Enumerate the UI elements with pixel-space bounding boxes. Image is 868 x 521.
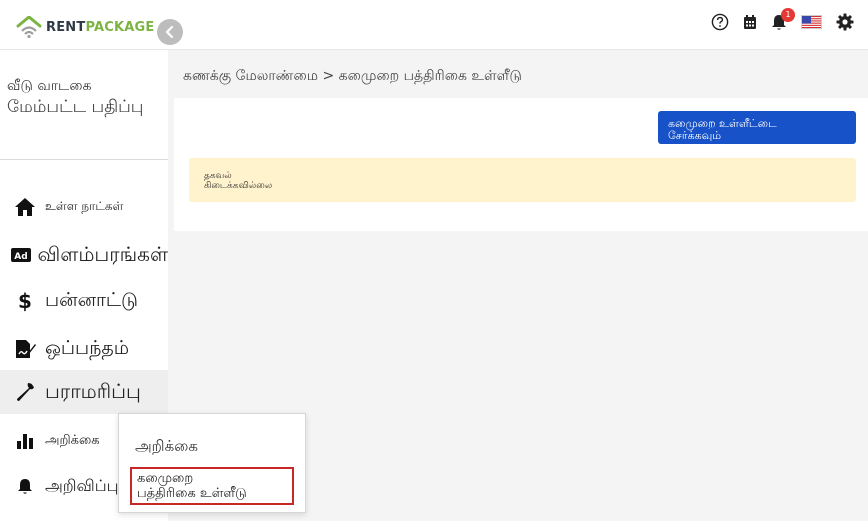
maintenance-submenu: அறிக்கை கமைுறை பத்திரிகை உள்ளீடு — [118, 413, 306, 513]
info-alert: தகவல் கிடைக்கவில்லை — [189, 158, 856, 202]
sidebar-item-maintenance[interactable]: பராமரிப்பு — [0, 370, 168, 414]
sidebar-item-label: அறிவிப்பு — [45, 475, 119, 495]
brand-logo[interactable]: RENTPACKAGE — [16, 16, 154, 38]
submenu-item-line2: பத்திரிகை உள்ளீடு — [137, 486, 247, 501]
user-plan: மேம்பட்ட பதிப்பு — [7, 97, 144, 117]
svg-text:Ad: Ad — [15, 252, 28, 262]
brand-rent-text: RENT — [46, 19, 86, 35]
help-button[interactable] — [711, 13, 729, 31]
sidebar-item-label: அறிக்கை — [45, 433, 100, 448]
sidebar-item-finance[interactable]: $ பன்னாட்டு — [0, 283, 168, 319]
sidebar-item-label: உள்ள நாட்கள் — [45, 199, 124, 213]
sidebar-item-ads[interactable]: Ad விளம்பரங்கள் — [0, 237, 168, 273]
user-title: வீடு வாடகை — [7, 78, 92, 94]
sidebar-item-contract[interactable]: ஒப்பந்தம் — [0, 331, 168, 367]
brand-package-text: PACKAGE — [85, 19, 155, 35]
help-circle-icon — [711, 13, 729, 31]
sidebar-item-days[interactable]: உள்ள நாட்கள் — [0, 190, 168, 224]
settings-button[interactable] — [836, 13, 854, 31]
sidebar-item-label: விளம்பரங்கள் — [37, 241, 168, 266]
chevron-left-icon — [165, 26, 174, 38]
bar-chart-icon — [10, 432, 40, 450]
add-journal-entry-button[interactable]: கமைுறை உள்ளீட்டை சேர்க்கவும் — [658, 111, 856, 144]
submenu-item-journal-entry[interactable]: கமைுறை பத்திரிகை உள்ளீடு — [130, 467, 294, 505]
language-selector[interactable] — [801, 15, 822, 29]
top-bar: RENTPACKAGE 1 — [0, 0, 868, 50]
button-label-line2: சேர்க்கவும் — [668, 129, 722, 142]
sidebar-item-label: பராமரிப்பு — [45, 378, 141, 403]
header-actions: 1 — [697, 7, 854, 31]
gear-icon — [836, 13, 854, 31]
user-info: வீடு வாடகை மேம்பட்ட பதிப்பு — [0, 50, 168, 160]
contract-icon — [10, 339, 40, 359]
sidebar-item-label: ஒப்பந்தம் — [45, 336, 130, 359]
alert-title: தகவல் — [204, 171, 232, 181]
submenu-item-reports[interactable]: அறிக்கை — [135, 437, 198, 457]
bell-icon — [10, 478, 40, 495]
calendar-button[interactable] — [743, 14, 757, 30]
alert-message: கிடைக்கவில்லை — [204, 181, 273, 191]
content-panel: கமைுறை உள்ளீட்டை சேர்க்கவும் தகவல் கிடைக… — [174, 98, 868, 231]
wifi-house-icon — [16, 16, 42, 38]
wrench-icon — [10, 382, 40, 402]
notification-count-badge: 1 — [781, 7, 795, 22]
calendar-icon — [744, 15, 756, 29]
breadcrumb: கணக்கு மேலாண்மை > கமைுறை பத்திரிகை உள்ளீ… — [183, 68, 522, 84]
dollar-icon: $ — [10, 290, 40, 312]
sidebar-collapse-button[interactable] — [157, 19, 183, 45]
notifications-button[interactable]: 1 — [771, 7, 795, 31]
svg-text:$: $ — [18, 290, 32, 312]
submenu-item-line1: கமைுறை — [137, 471, 194, 486]
us-flag-icon — [801, 15, 822, 29]
home-icon — [10, 197, 40, 217]
sidebar-item-label: பன்னாட்டு — [45, 288, 138, 311]
ad-icon: Ad — [10, 247, 33, 263]
